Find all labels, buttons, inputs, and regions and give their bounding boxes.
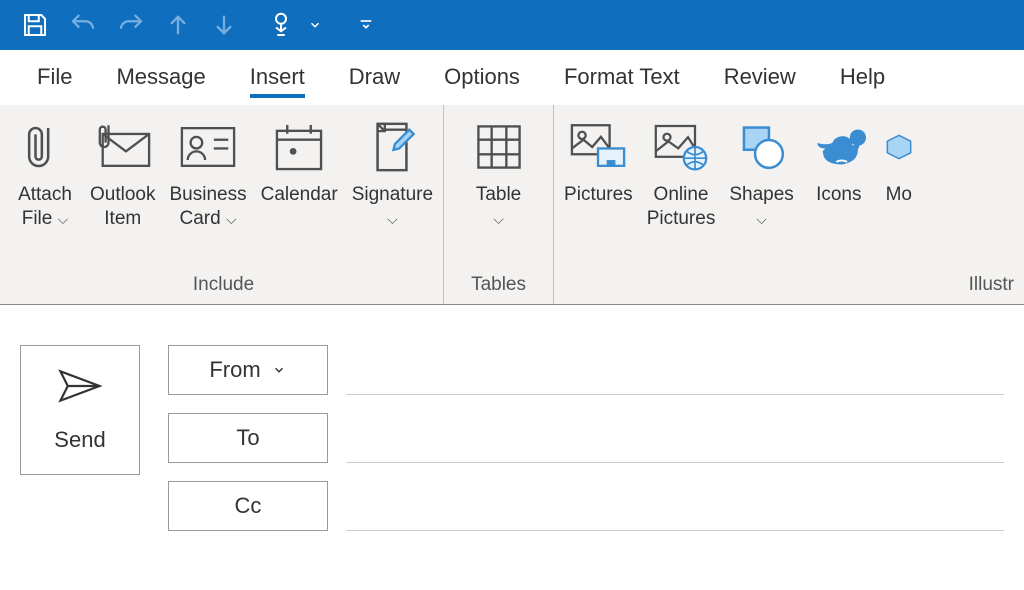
chevron-down-icon: ⌵: [387, 211, 398, 227]
signature-icon: [366, 117, 418, 177]
from-input[interactable]: [346, 345, 1004, 395]
calendar-button[interactable]: Calendar: [257, 115, 342, 209]
icons-label: Icons: [816, 183, 861, 207]
tab-insert[interactable]: Insert: [228, 50, 327, 98]
quick-access-toolbar: [0, 0, 1024, 50]
online-pictures-label: Online Pictures: [647, 183, 716, 231]
tab-help[interactable]: Help: [818, 50, 907, 98]
header-fields: From To Cc: [168, 345, 1004, 531]
redo-icon[interactable]: [116, 10, 146, 40]
save-icon[interactable]: [20, 10, 50, 40]
chevron-down-icon: ⌵: [493, 211, 504, 227]
table-label: Table: [476, 184, 521, 205]
undo-icon[interactable]: [68, 10, 98, 40]
online-picture-icon: [653, 117, 709, 177]
outlook-item-label: Outlook Item: [90, 183, 155, 231]
outlook-item-button[interactable]: Outlook Item: [86, 115, 159, 233]
ribbon: Attach File ⌵ Outlook Item: [0, 105, 1024, 305]
cube-icon: [884, 117, 914, 177]
paperclip-icon: [26, 117, 64, 177]
tab-format-text[interactable]: Format Text: [542, 50, 702, 98]
chevron-down-icon: [271, 363, 287, 377]
tab-file[interactable]: File: [15, 50, 94, 98]
tab-review[interactable]: Review: [702, 50, 818, 98]
send-icon: [58, 368, 102, 409]
ribbon-group-include: Attach File ⌵ Outlook Item: [4, 105, 444, 304]
pictures-label: Pictures: [564, 183, 633, 207]
to-row: To: [168, 413, 1004, 463]
illustrations-group-label: Illustr: [560, 274, 1018, 300]
to-input[interactable]: [346, 413, 1004, 463]
cc-row: Cc: [168, 481, 1004, 531]
ribbon-group-tables: Table ⌵ Tables: [444, 105, 554, 304]
compose-pane: Send From To Cc: [0, 305, 1024, 571]
models-label: Mo: [886, 183, 912, 207]
shapes-label: Shapes: [729, 184, 793, 205]
chevron-down-icon: ⌵: [756, 211, 767, 227]
touch-mode-icon[interactable]: [266, 10, 296, 40]
cc-input[interactable]: [346, 481, 1004, 531]
signature-button[interactable]: Signature ⌵: [348, 115, 437, 233]
to-button[interactable]: To: [168, 413, 328, 463]
tab-options[interactable]: Options: [422, 50, 542, 98]
chevron-down-icon: ⌵: [226, 211, 237, 227]
send-button[interactable]: Send: [20, 345, 140, 475]
envelope-attachment-icon: [94, 117, 152, 177]
duck-icon: [812, 117, 866, 177]
tab-draw[interactable]: Draw: [327, 50, 422, 98]
3d-models-button[interactable]: Mo: [880, 115, 918, 209]
table-icon: [474, 117, 524, 177]
table-button[interactable]: Table ⌵: [464, 115, 534, 233]
shapes-icon: [737, 117, 787, 177]
tab-message[interactable]: Message: [94, 50, 227, 98]
business-card-button[interactable]: Business Card ⌵: [165, 115, 250, 233]
cc-label: Cc: [235, 493, 262, 519]
pictures-button[interactable]: Pictures: [560, 115, 637, 209]
qat-customize-icon[interactable]: [358, 17, 374, 33]
cc-button[interactable]: Cc: [168, 481, 328, 531]
from-label: From: [209, 357, 260, 383]
from-button[interactable]: From: [168, 345, 328, 395]
contact-card-icon: [179, 117, 237, 177]
online-pictures-button[interactable]: Online Pictures: [643, 115, 720, 233]
send-label: Send: [54, 427, 105, 453]
icons-button[interactable]: Icons: [804, 115, 874, 209]
picture-icon: [569, 117, 627, 177]
chevron-down-icon[interactable]: [308, 18, 322, 32]
to-label: To: [236, 425, 259, 451]
include-group-label: Include: [10, 274, 437, 300]
arrow-up-icon[interactable]: [164, 11, 192, 39]
ribbon-group-illustrations: Pictures Online Pictures: [554, 105, 1024, 304]
signature-label: Signature: [352, 184, 433, 205]
attach-file-button[interactable]: Attach File ⌵: [10, 115, 80, 233]
from-row: From: [168, 345, 1004, 395]
calendar-icon: [272, 117, 326, 177]
ribbon-tabs: File Message Insert Draw Options Format …: [0, 50, 1024, 105]
arrow-down-icon[interactable]: [210, 11, 238, 39]
chevron-down-icon: ⌵: [58, 211, 69, 227]
tables-group-label: Tables: [450, 274, 547, 300]
calendar-label: Calendar: [261, 183, 338, 207]
shapes-button[interactable]: Shapes ⌵: [725, 115, 797, 233]
